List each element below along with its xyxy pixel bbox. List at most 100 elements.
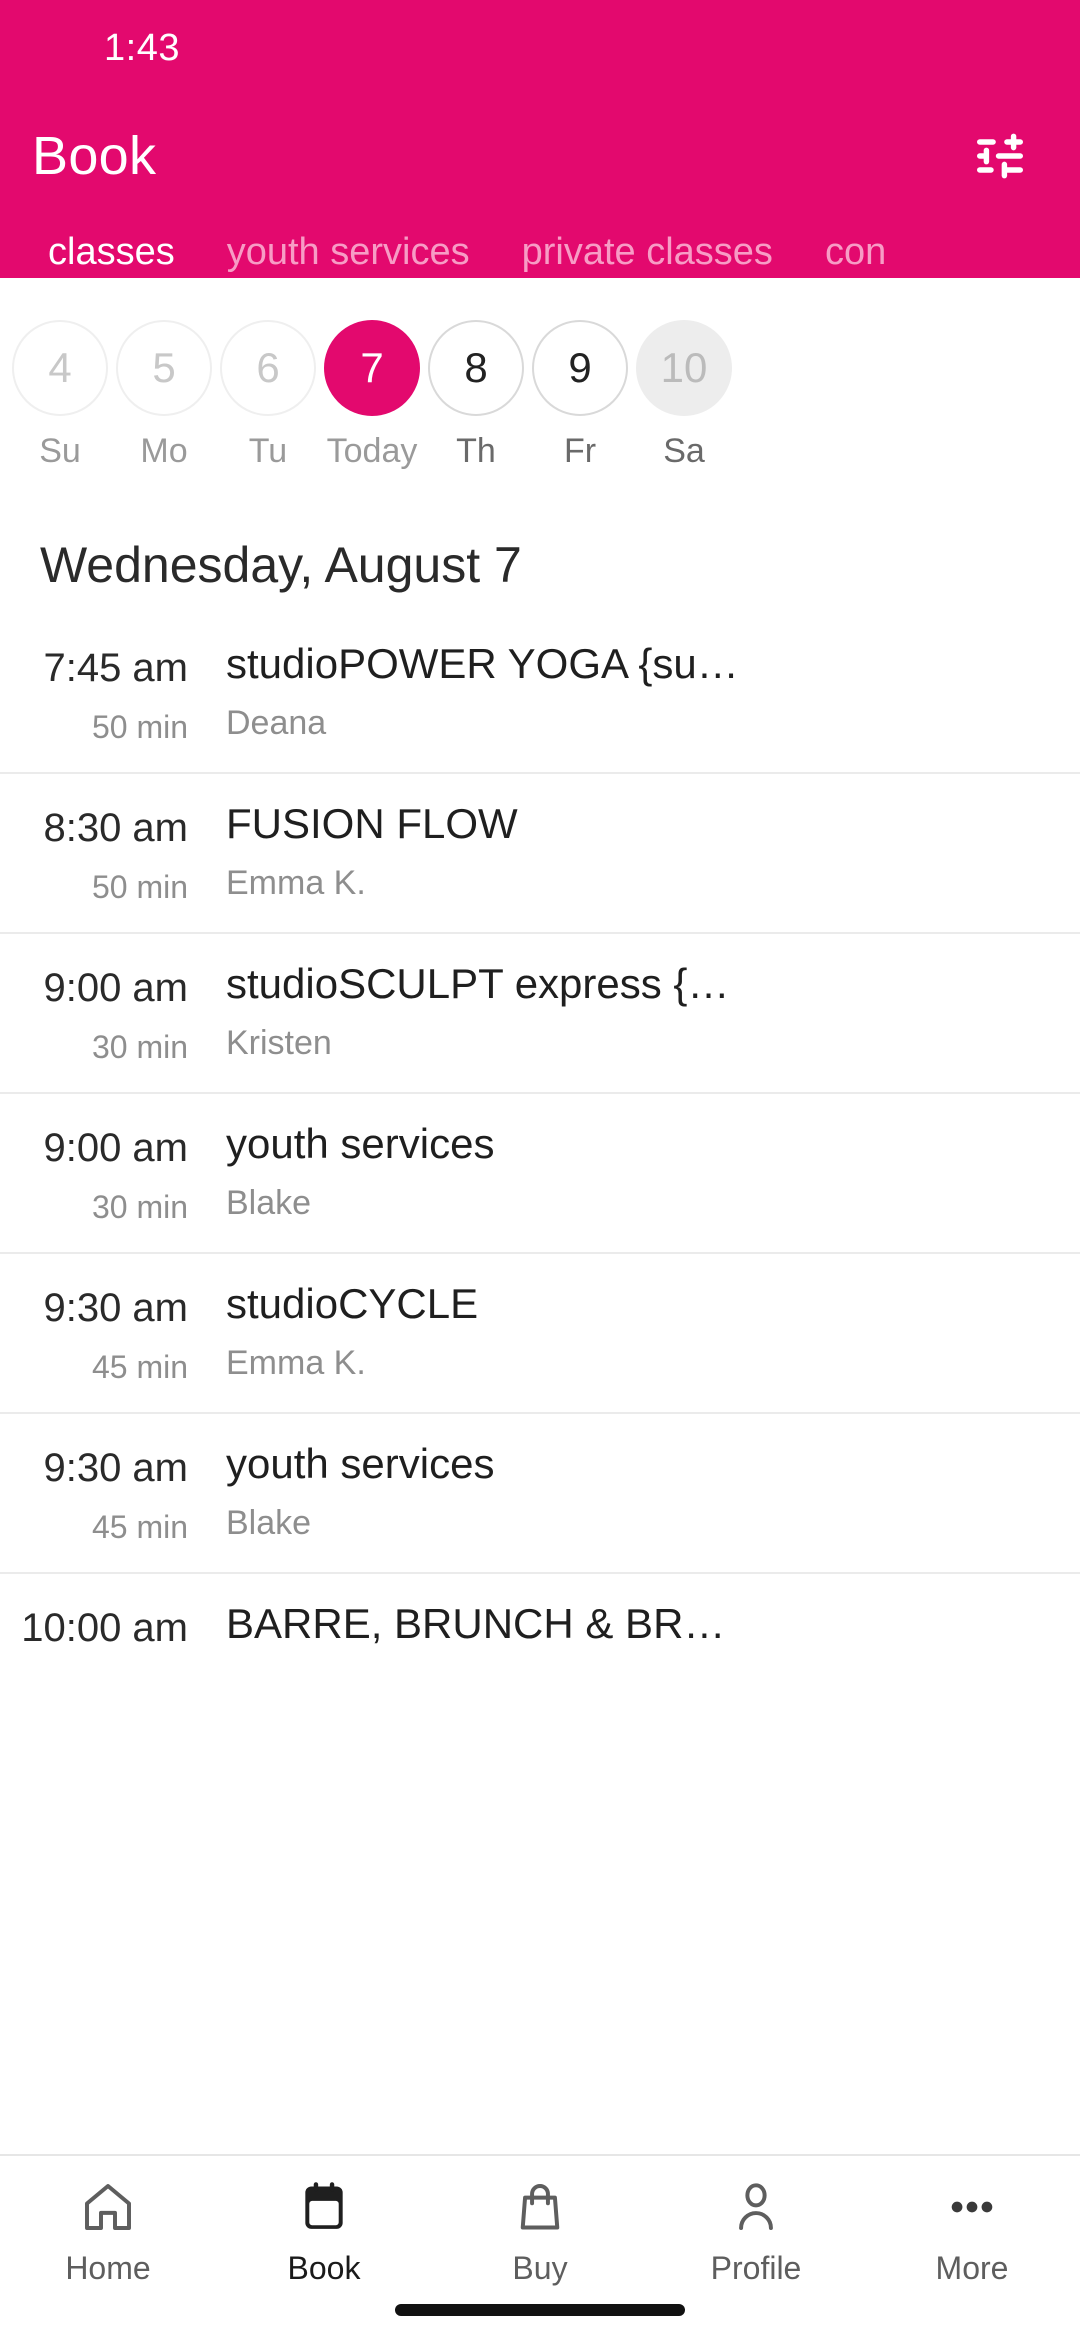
- class-info-column: youth services Blake: [188, 1120, 1080, 1223]
- calendar-icon: [296, 2176, 352, 2238]
- class-info-column: FUSION FLOW Emma K.: [188, 800, 1080, 903]
- class-time-column: 9:00 am 30 min: [0, 960, 188, 1066]
- class-name: BARRE, BRUNCH & BR…: [226, 1600, 726, 1647]
- date-label-8: Th: [456, 432, 496, 470]
- date-circle-9[interactable]: 9: [532, 320, 628, 416]
- date-label-10: Sa: [663, 432, 705, 470]
- date-cell-4[interactable]: 4 Su: [8, 320, 112, 471]
- class-time: 9:30 am: [43, 1446, 188, 1490]
- table-row[interactable]: 9:00 am 30 min studioSCULPT express {… K…: [0, 932, 1080, 1092]
- class-time: 9:00 am: [43, 1126, 188, 1170]
- nav-item-buy[interactable]: Buy: [432, 2176, 648, 2287]
- nav-item-profile[interactable]: Profile: [648, 2176, 864, 2287]
- class-name: studioPOWER YOGA {su…: [226, 640, 739, 687]
- date-circle-5[interactable]: 5: [116, 320, 212, 416]
- class-time-column: 7:45 am 50 min: [0, 640, 188, 746]
- class-info-column: studioCYCLE Emma K.: [188, 1280, 1080, 1383]
- class-instructor: Blake: [226, 1184, 312, 1222]
- page-title: Book: [32, 126, 157, 186]
- selected-day-heading: Wednesday, August 7: [40, 537, 522, 593]
- date-cell-10[interactable]: 10 Sa: [632, 320, 736, 471]
- nav-item-book[interactable]: Book: [216, 2176, 432, 2287]
- date-circle-10[interactable]: 10: [636, 320, 732, 416]
- date-cell-9[interactable]: 9 Fr: [528, 320, 632, 471]
- class-name: youth services: [226, 1440, 495, 1487]
- class-instructor: Emma K.: [226, 864, 366, 902]
- nav-label-book: Book: [287, 2250, 361, 2286]
- tab-classes[interactable]: classes: [22, 231, 201, 278]
- dots-icon: [944, 2176, 1000, 2238]
- class-name: FUSION FLOW: [226, 800, 518, 847]
- class-instructor: Kristen: [226, 1024, 332, 1062]
- table-row[interactable]: 7:45 am 50 min studioPOWER YOGA {su… Dea…: [0, 626, 1080, 772]
- date-label-6: Tu: [248, 432, 288, 470]
- date-cell-7-today[interactable]: 7 Today: [320, 320, 424, 471]
- class-time: 10:00 am: [21, 1606, 188, 1650]
- nav-label-profile: Profile: [710, 2250, 802, 2286]
- date-label-9: Fr: [563, 432, 597, 470]
- nav-label-home: Home: [65, 2250, 151, 2286]
- class-time: 9:00 am: [43, 966, 188, 1010]
- class-instructor: Emma K.: [226, 1344, 366, 1382]
- class-info-column: studioSCULPT express {… Kristen: [188, 960, 1080, 1063]
- class-time-column: 10:00 am: [0, 1600, 188, 1669]
- class-duration: 45 min: [91, 1349, 188, 1385]
- class-info-column: youth services Blake: [188, 1440, 1080, 1543]
- class-time: 7:45 am: [43, 646, 188, 690]
- nav-label-more: More: [935, 2250, 1009, 2286]
- date-label-4: Su: [39, 432, 81, 470]
- class-time: 9:30 am: [43, 1286, 188, 1330]
- table-row[interactable]: 9:00 am 30 min youth services Blake: [0, 1092, 1080, 1252]
- table-row[interactable]: 9:30 am 45 min studioCYCLE Emma K.: [0, 1252, 1080, 1412]
- tab-private-classes[interactable]: private classes: [496, 231, 799, 278]
- class-info-column: studioPOWER YOGA {su… Deana: [188, 640, 1080, 743]
- table-row[interactable]: 8:30 am 50 min FUSION FLOW Emma K.: [0, 772, 1080, 932]
- bag-icon: [512, 2176, 568, 2238]
- category-tabs[interactable]: classes youth services private classes c…: [0, 216, 1080, 278]
- date-cell-5[interactable]: 5 Mo: [112, 320, 216, 471]
- table-row[interactable]: 10:00 am BARRE, BRUNCH & BR…: [0, 1572, 1080, 1705]
- filter-button[interactable]: [964, 120, 1036, 192]
- status-bar: 1:43: [0, 0, 1080, 96]
- class-info-column: BARRE, BRUNCH & BR…: [188, 1600, 1080, 1664]
- nav-item-more[interactable]: More: [864, 2176, 1080, 2287]
- class-time-column: 9:30 am 45 min: [0, 1440, 188, 1546]
- status-bar-clock: 1:43: [104, 26, 180, 69]
- class-name: studioSCULPT express {…: [226, 960, 730, 1007]
- class-duration: 50 min: [91, 709, 188, 745]
- date-label-5: Mo: [140, 432, 188, 470]
- date-circle-8[interactable]: 8: [428, 320, 524, 416]
- nav-item-home[interactable]: Home: [0, 2176, 216, 2287]
- person-icon: [728, 2176, 784, 2238]
- home-indicator[interactable]: [395, 2304, 685, 2316]
- class-time-column: 9:00 am 30 min: [0, 1120, 188, 1226]
- class-duration: 30 min: [91, 1029, 188, 1065]
- tune-icon: [977, 133, 1023, 179]
- class-time-column: 8:30 am 50 min: [0, 800, 188, 906]
- date-picker-track: 4 Su 5 Mo 6 Tu 7 Today 8 Th 9 Fr 10 Sa: [0, 320, 736, 471]
- class-time: 8:30 am: [43, 806, 188, 850]
- table-row[interactable]: 9:30 am 45 min youth services Blake: [0, 1412, 1080, 1572]
- nav-label-buy: Buy: [512, 2250, 568, 2286]
- title-bar: Book: [0, 96, 1080, 216]
- class-duration: 45 min: [91, 1509, 188, 1545]
- class-time-column: 9:30 am 45 min: [0, 1280, 188, 1386]
- date-cell-6[interactable]: 6 Tu: [216, 320, 320, 471]
- tab-contact[interactable]: con: [799, 231, 912, 278]
- class-duration: 50 min: [91, 869, 188, 905]
- home-icon: [80, 2176, 136, 2238]
- app-screen: 1:43 Book classes youth services private…: [0, 0, 1080, 2340]
- class-instructor: Blake: [226, 1504, 312, 1542]
- date-picker-strip[interactable]: 4 Su 5 Mo 6 Tu 7 Today 8 Th 9 Fr 10 Sa: [0, 278, 1080, 490]
- app-header: 1:43 Book classes youth services private…: [0, 0, 1080, 278]
- date-label-today: Today: [326, 432, 418, 470]
- class-name: youth services: [226, 1120, 495, 1167]
- class-instructor: Deana: [226, 704, 327, 742]
- date-cell-8[interactable]: 8 Th: [424, 320, 528, 471]
- class-duration: 30 min: [91, 1189, 188, 1225]
- date-circle-6[interactable]: 6: [220, 320, 316, 416]
- date-circle-7-selected[interactable]: 7: [324, 320, 420, 416]
- date-circle-4[interactable]: 4: [12, 320, 108, 416]
- tab-youth-services[interactable]: youth services: [201, 231, 496, 278]
- class-list[interactable]: 7:45 am 50 min studioPOWER YOGA {su… Dea…: [0, 626, 1080, 2154]
